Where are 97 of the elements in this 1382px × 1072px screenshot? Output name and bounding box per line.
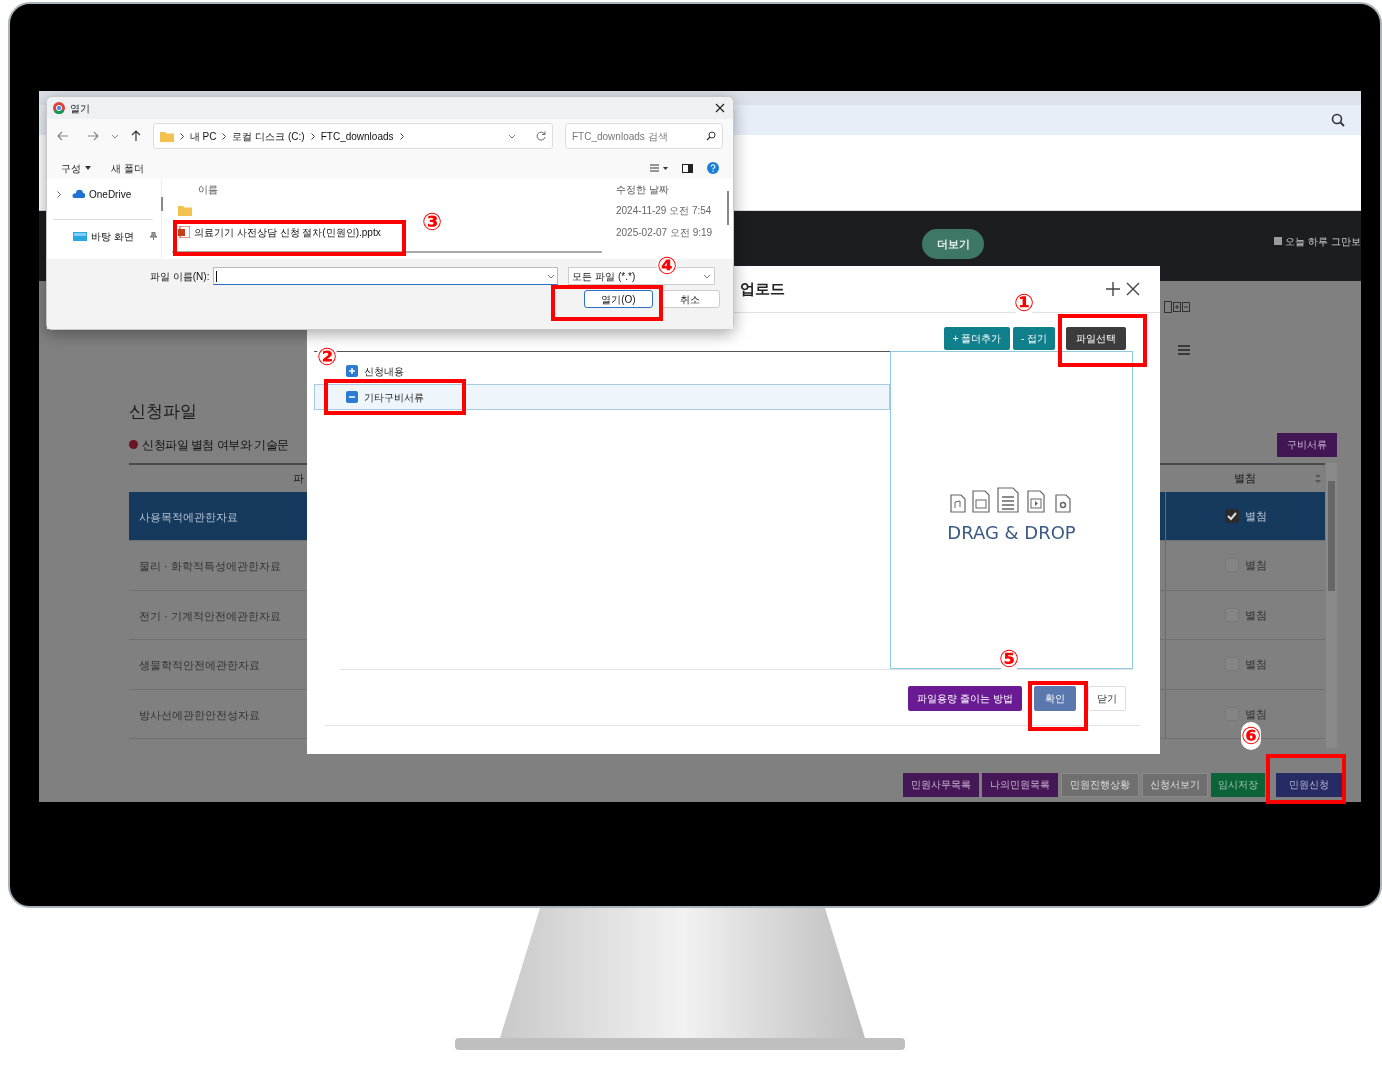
attach-label: 별첨 [1244, 607, 1267, 623]
toolbar-button[interactable]: - 접기 [1013, 327, 1055, 350]
dialog-title: 업로드 [740, 278, 785, 299]
footer-button[interactable]: 민원신청 [1276, 772, 1342, 797]
collapse-icon[interactable] [346, 391, 358, 403]
forward-arrow-icon[interactable] [86, 131, 99, 141]
nav-item[interactable]: OneDrive [47, 185, 161, 203]
notice-text: 신청파일 별첨 여부와 기술문 [142, 436, 289, 454]
chevron-right-icon [179, 132, 184, 140]
dialog-button[interactable]: 파일용량 줄이는 방법 [908, 686, 1022, 711]
close-icon[interactable] [715, 103, 725, 113]
table-cell: 생물학적안전에관한자료 [139, 659, 260, 672]
folder-icon [178, 204, 192, 216]
chevron-right-icon [310, 132, 315, 140]
search-field[interactable]: FTC_downloads 검색 [565, 123, 723, 149]
bullet-icon [129, 440, 138, 449]
footer-button[interactable]: 신청서보기 [1142, 772, 1208, 797]
table-cell: 전기 · 기계적안전에관한자료 [139, 609, 281, 622]
chevron-right-icon[interactable] [57, 190, 61, 198]
search-icon[interactable] [1331, 113, 1345, 127]
footer-button[interactable]: 민원진행상황 [1061, 772, 1139, 797]
toolbar-button[interactable]: 파일선택 [1066, 327, 1126, 350]
column-header[interactable]: 이름 [198, 183, 218, 195]
horizontal-scrollbar[interactable] [172, 251, 602, 253]
column-header[interactable]: 수정한 날짜 [616, 181, 669, 197]
attach-label: 별첨 [1244, 657, 1267, 672]
filename-field[interactable] [213, 267, 559, 285]
footer-button[interactable]: 나의민원목록 [982, 772, 1058, 797]
breadcrumb-item[interactable]: 내 PC [189, 128, 217, 144]
chevron-down-icon[interactable] [703, 273, 712, 279]
attach-label: 별첨 [1244, 508, 1267, 524]
preview-pane-icon[interactable] [682, 163, 693, 173]
more-button[interactable]: 더보기 [922, 229, 984, 259]
open-button[interactable]: 열기(O) [584, 290, 653, 308]
view-options-icon[interactable] [650, 164, 668, 172]
checkbox[interactable] [1274, 237, 1283, 245]
toolbar-button[interactable]: + 폴더추가 [944, 327, 1010, 350]
up-arrow-icon[interactable] [130, 130, 141, 142]
chevron-down-icon[interactable] [110, 133, 119, 139]
dialog-title: 열기 [70, 101, 90, 116]
chevron-right-icon [399, 132, 404, 140]
scrollbar[interactable] [1326, 462, 1337, 748]
search-icon[interactable] [706, 131, 716, 141]
presentation-file-icon [178, 226, 190, 238]
table-cell: 물리 · 화학적특성에관한자료 [139, 560, 281, 573]
chevron-down-icon[interactable] [508, 133, 516, 139]
table-cell: 방사선에관한안전성자료 [139, 708, 260, 721]
attach-label: 별첨 [1244, 706, 1267, 722]
tree-label: 기타구비서류 [364, 390, 424, 405]
table-cell: 사용목적에관한자료 [139, 510, 238, 523]
address-field[interactable]: 내 PC 로컬 디스크 (C:) FTC_downloads [152, 123, 553, 149]
caret-icon [85, 166, 91, 170]
expand-icon[interactable] [346, 365, 358, 377]
close-icon[interactable] [1126, 282, 1140, 296]
tree-label: 신청내용 [364, 364, 404, 379]
nav-item[interactable]: 바탕 화면 [47, 227, 161, 245]
file-name[interactable]: 의료기기 사전상담 신청 절차(민원인).pptx [194, 224, 381, 240]
modified-date: 2024-11-29 오전 7:54 [616, 203, 712, 218]
desktop-icon [73, 230, 87, 242]
dialog-button[interactable]: 닫기 [1088, 686, 1126, 711]
breadcrumb-item[interactable]: FTC_downloads [320, 128, 394, 144]
new-folder-button[interactable]: 새 폴더 [111, 160, 144, 176]
chevron-down-icon[interactable] [547, 273, 556, 279]
field-label: 파일 이름(N): [150, 269, 210, 284]
section-title: 신청파일 [129, 401, 198, 423]
breadcrumb-item[interactable]: 로컬 디스크 (C:) [232, 128, 305, 144]
browser-logo-icon [53, 102, 65, 114]
help-icon[interactable] [707, 162, 719, 174]
scrollbar-thumb[interactable] [1328, 480, 1335, 591]
column-header: 파 [293, 471, 304, 484]
folder-icon [159, 130, 174, 142]
menu-icon[interactable] [1178, 345, 1190, 355]
footer-button[interactable]: 임시저장 [1211, 772, 1265, 797]
checkbox[interactable] [1224, 508, 1239, 523]
column-header: 별첨 [1234, 470, 1256, 486]
refresh-icon[interactable] [536, 131, 546, 141]
scrollbar-thumb[interactable] [727, 191, 729, 225]
plus-icon[interactable] [1106, 282, 1120, 296]
dialog-button[interactable]: 확인 [1034, 686, 1076, 711]
scrollbar-thumb[interactable] [161, 197, 163, 211]
annotation-box [1028, 681, 1088, 731]
organize-button[interactable]: 구성 [61, 160, 91, 176]
nav-label: 바탕 화면 [91, 229, 134, 244]
footer-button[interactable]: 민원사무목록 [903, 772, 979, 797]
drag-drop-text: DRAG & DROP [947, 520, 1076, 545]
documents-button[interactable]: 구비서류 [1277, 432, 1337, 457]
back-arrow-icon[interactable] [57, 131, 69, 141]
text-cursor [216, 270, 218, 282]
chevron-right-icon [222, 132, 227, 140]
dismiss-label: 오늘 하루 그만보 [1285, 234, 1361, 249]
modified-date: 2025-02-07 오전 9:19 [616, 225, 713, 240]
attach-label: 별첨 [1244, 558, 1267, 573]
nav-label: OneDrive [89, 187, 132, 202]
expand-collapse-icons[interactable] [1164, 301, 1190, 313]
tree-item[interactable]: 기타구비서류 [314, 384, 890, 410]
cloud-icon [71, 188, 85, 200]
pin-icon[interactable] [149, 232, 157, 240]
